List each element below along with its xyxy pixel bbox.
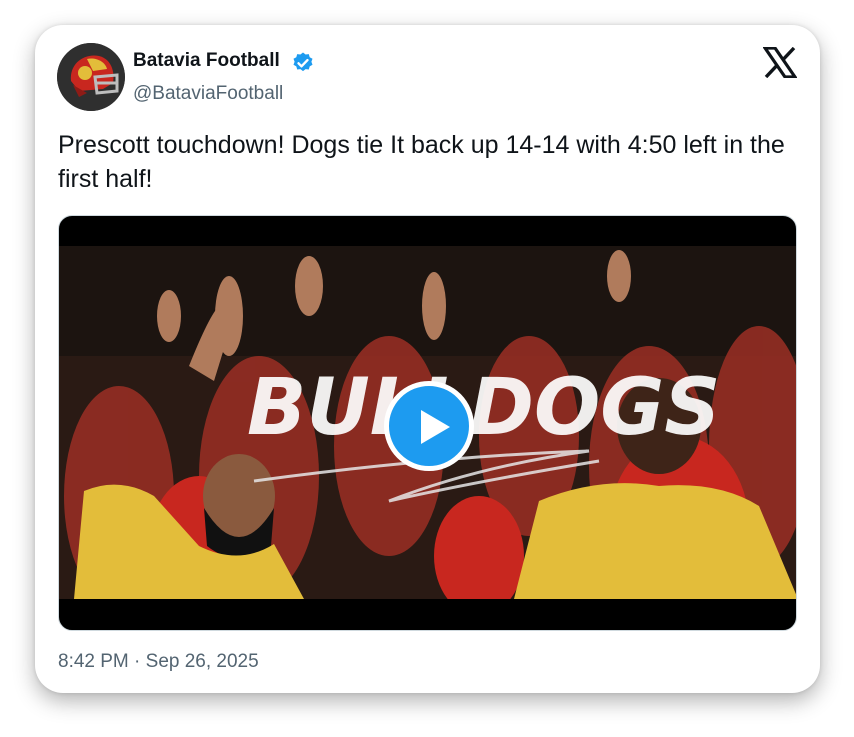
video-overlay-text: BULLDOGS [247,363,720,453]
tweet-timestamp[interactable]: 8:42 PM · Sep 26, 2025 [58,651,259,673]
author-handle[interactable]: @BataviaFootball [133,83,283,105]
avatar[interactable] [57,43,125,111]
author-name[interactable]: Batavia Football [133,50,280,72]
play-button[interactable] [384,381,474,471]
verified-badge-icon [293,52,313,72]
helmet-logo-icon [57,43,125,111]
tweet-text: Prescott touchdown! Dogs tie It back up … [58,131,785,193]
video-player[interactable]: BULLDOGS [58,215,797,631]
tweet-card[interactable]: Batavia Football @BataviaFootball Presco… [35,25,820,693]
x-logo-icon[interactable] [763,47,797,78]
play-icon [421,410,450,444]
